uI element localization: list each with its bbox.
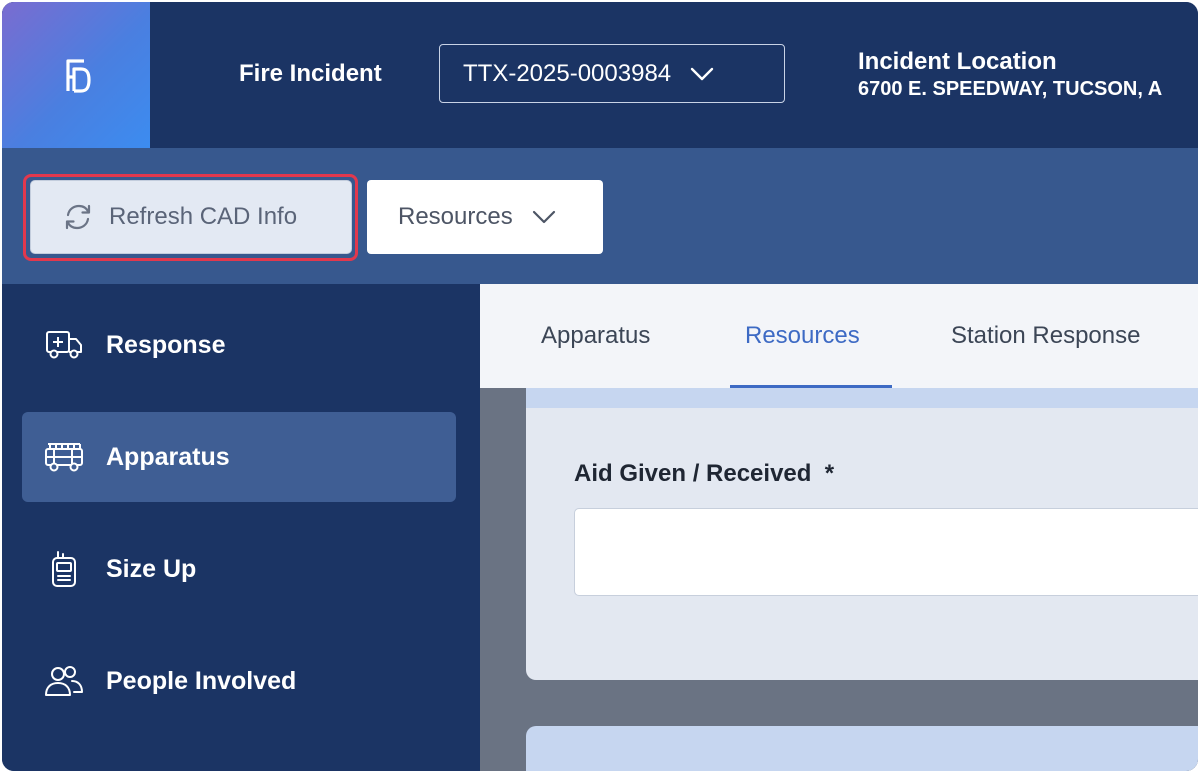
resources-dropdown-button[interactable]: Resources <box>367 180 603 254</box>
incident-number-value: TTX-2025-0003984 <box>463 59 672 87</box>
sidebar-item-label: Apparatus <box>106 442 230 471</box>
refresh-cad-info-button[interactable]: Refresh CAD Info <box>30 180 352 254</box>
incident-number-select[interactable]: TTX-2025-0003984 <box>439 44 785 103</box>
chevron-down-icon <box>690 67 714 80</box>
chevron-down-icon <box>532 210 555 224</box>
aid-label-text: Aid Given / Received <box>574 460 812 487</box>
aid-given-received-input[interactable] <box>574 508 1198 596</box>
sidebar-item-size-up[interactable]: Size Up <box>22 524 456 614</box>
app-logo[interactable] <box>2 2 150 148</box>
required-marker: * <box>824 460 835 487</box>
refresh-cad-info-label: Refresh CAD Info <box>109 203 298 230</box>
incident-location-address: 6700 E. SPEEDWAY, TUCSON, A <box>858 78 1163 100</box>
tab-resources[interactable]: Resources <box>745 322 860 350</box>
app-window: Fire Incident TTX-2025-0003984 Incident … <box>2 2 1198 771</box>
radio-icon <box>44 549 84 589</box>
incident-location-title: Incident Location <box>858 48 1057 75</box>
people-icon <box>44 661 84 701</box>
ambulance-icon <box>44 325 84 365</box>
main-content: Apparatus Resources Station Response Aid… <box>480 284 1198 771</box>
section-header-strip <box>526 388 1198 408</box>
sidebar-item-label: Response <box>106 330 226 359</box>
refresh-icon <box>65 204 91 230</box>
toolbar: Refresh CAD Info Resources <box>2 148 1198 284</box>
sidebar-item-label: People Involved <box>106 666 297 695</box>
tab-station-response[interactable]: Station Response <box>951 322 1140 350</box>
sidebar-item-response[interactable]: Response <box>22 300 456 390</box>
sidebar-item-apparatus[interactable]: Apparatus <box>22 412 456 502</box>
resources-dropdown-label: Resources <box>398 203 513 230</box>
next-section-card <box>526 726 1198 771</box>
fire-truck-icon <box>44 437 84 477</box>
aid-card: Aid Given / Received * <box>526 408 1198 680</box>
sidebar-nav: Response Apparatus Size Up People Involv… <box>2 284 480 771</box>
sidebar-item-people-involved[interactable]: People Involved <box>22 636 456 726</box>
logo-icon <box>66 59 91 93</box>
tab-apparatus[interactable]: Apparatus <box>541 322 650 350</box>
sidebar-item-label: Size Up <box>106 554 197 583</box>
app-title: Fire Incident <box>239 60 382 87</box>
tab-bar: Apparatus Resources Station Response <box>480 284 1198 388</box>
aid-given-received-label: Aid Given / Received * <box>574 460 834 488</box>
top-header: Fire Incident TTX-2025-0003984 Incident … <box>2 2 1198 148</box>
